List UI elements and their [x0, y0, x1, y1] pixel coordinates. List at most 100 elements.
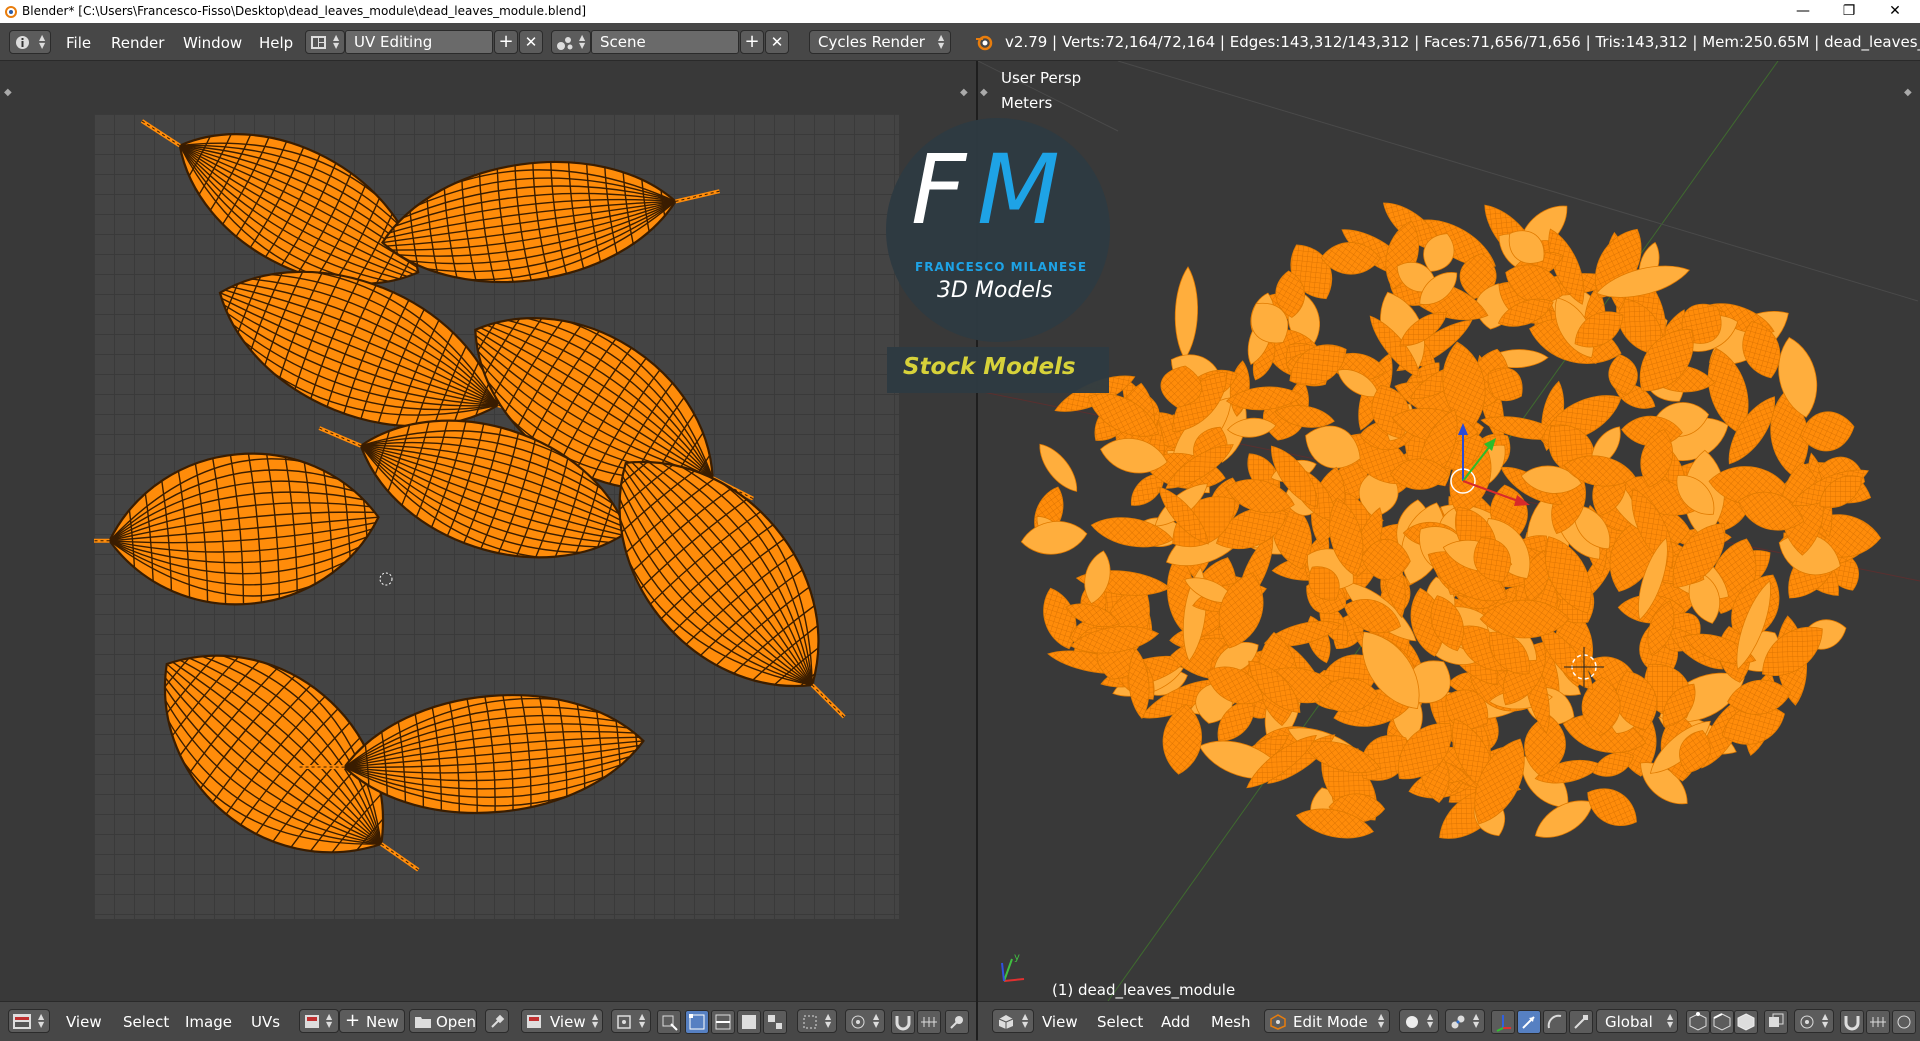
updown-arrows-icon: ▲ ▼	[873, 1012, 880, 1029]
3d-viewport[interactable]: ◆ ◆ User Persp Meters (1) dead_leaves_mo…	[978, 61, 1920, 1001]
add-scene-button[interactable]: +	[740, 30, 764, 54]
view-icon	[527, 1015, 541, 1028]
info-header: ▲ ▼ File Render Window Help ▲ ▼ UV Editing…	[0, 23, 1920, 61]
restore-icon: ❐	[1842, 3, 1856, 19]
uv-menu-select[interactable]: Select	[123, 1012, 169, 1032]
window-titlebar: Blender* [C:\Users\Francesco-Fisso\Deskt…	[0, 0, 1920, 23]
uv-grid-canvas[interactable]	[64, 94, 899, 919]
scene-field[interactable]: Scene	[591, 30, 739, 54]
uv-menu-view[interactable]: View	[66, 1012, 102, 1032]
menu-help[interactable]: Help	[259, 33, 293, 53]
updown-arrows-icon: ▲ ▼	[1022, 1012, 1029, 1029]
svg-text:y: y	[1014, 952, 1020, 963]
scene-browse-button[interactable]: ▲ ▼	[551, 30, 591, 54]
updown-arrows-icon: ▲ ▼	[639, 1012, 646, 1029]
snap-element-button[interactable]	[917, 1010, 941, 1034]
uv-face-select-button[interactable]	[737, 1010, 761, 1034]
viewport-shading-dropdown[interactable]: ▲ ▼	[1399, 1009, 1439, 1033]
updown-arrows-icon: ▲ ▼	[1667, 1012, 1674, 1029]
region-expand-icon[interactable]: ◆	[1904, 87, 1912, 98]
image-browse-button[interactable]: ▲ ▼	[299, 1009, 339, 1033]
uv-islands[interactable]	[64, 94, 899, 919]
editor-type-uv-button[interactable]: ▲ ▼	[8, 1009, 50, 1033]
region-expand-icon[interactable]: ◆	[980, 87, 988, 98]
face-select-icon	[742, 1015, 756, 1029]
uv-leaf-island[interactable]	[64, 422, 387, 641]
screen-layout-browse-button[interactable]: ▲ ▼	[305, 30, 345, 54]
uv-island-select-button[interactable]	[763, 1010, 787, 1034]
rotate-manipulator-button[interactable]	[1543, 1010, 1567, 1034]
uv-leaf-island[interactable]	[372, 121, 730, 316]
uv-vertex-select-button[interactable]	[685, 1010, 709, 1034]
uv-menu-image[interactable]: Image	[185, 1012, 232, 1032]
menu-file[interactable]: File	[66, 33, 91, 53]
logo-name: FRANCESCO MILANESE	[915, 260, 1088, 274]
updown-arrows-icon: ▲ ▼	[326, 1012, 333, 1029]
info-icon	[16, 36, 29, 49]
transform-orientation-dropdown[interactable]: Global ▲ ▼	[1596, 1009, 1678, 1033]
proportional-edit-dropdown[interactable]: ▲ ▼	[845, 1009, 885, 1033]
uv-image-editor[interactable]: ◆ ◆	[0, 61, 976, 1001]
editor-type-info-button[interactable]: ▲ ▼	[9, 30, 51, 54]
new-image-button[interactable]: + New	[339, 1009, 405, 1033]
image-mode-label: View	[550, 1013, 586, 1031]
snap-element-button[interactable]	[1866, 1010, 1890, 1034]
magnet-icon	[1844, 1016, 1860, 1031]
view3d-menu-select[interactable]: Select	[1097, 1012, 1143, 1032]
pin-image-button[interactable]	[485, 1009, 509, 1033]
3d-view-header: ▲ ▼ View Select Add Mesh Edit Mode ▲ ▼ ▲ ▼ …	[978, 1001, 1920, 1041]
image-mode-dropdown[interactable]: View ▲ ▼	[521, 1009, 603, 1033]
manipulator-toggle-button[interactable]	[1491, 1010, 1515, 1034]
translate-manipulator-button[interactable]	[1517, 1010, 1541, 1034]
minimize-button[interactable]: —	[1780, 0, 1826, 23]
snap-toggle-button[interactable]	[891, 1010, 915, 1034]
viewport-scene[interactable]	[978, 61, 1920, 1001]
uv-menu-uvs[interactable]: UVs	[251, 1012, 280, 1032]
restore-button[interactable]: ❐	[1826, 0, 1872, 23]
add-screen-button[interactable]: +	[494, 30, 518, 54]
region-expand-icon[interactable]: ◆	[4, 87, 12, 98]
mode-value: Edit Mode	[1293, 1013, 1368, 1031]
logo-subtitle: 3D Models	[937, 278, 1053, 303]
uv-edge-select-button[interactable]	[711, 1010, 735, 1034]
menu-window[interactable]: Window	[183, 33, 242, 53]
snap-toggle-button[interactable]	[1840, 1010, 1864, 1034]
limit-selection-visible-button[interactable]	[1764, 1010, 1788, 1034]
mode-dropdown[interactable]: Edit Mode ▲ ▼	[1264, 1009, 1390, 1033]
pivot-dropdown[interactable]: ▲ ▼	[611, 1009, 651, 1033]
editor-type-3d-button[interactable]: ▲ ▼	[992, 1009, 1034, 1033]
updown-arrows-icon: ▲ ▼	[1378, 1012, 1385, 1029]
transform-orientation-value: Global	[1605, 1013, 1653, 1031]
face-select-mode-button[interactable]	[1734, 1010, 1758, 1034]
snap-target-button[interactable]	[1892, 1010, 1916, 1034]
edge-select-mode-button[interactable]	[1710, 1010, 1734, 1034]
pin-icon	[491, 1014, 505, 1028]
open-image-button[interactable]: Open	[409, 1009, 477, 1033]
uv-display-button[interactable]	[945, 1010, 969, 1034]
updown-arrows-icon: ▲ ▼	[1427, 1012, 1434, 1029]
x-icon: ✕	[524, 33, 538, 51]
render-engine-dropdown[interactable]: Cycles Render ▲ ▼	[809, 30, 951, 54]
vertex-select-mode-button[interactable]	[1686, 1010, 1710, 1034]
uv-editor-header: ▲ ▼ View Select Image UVs ▲ ▼ + New Open V…	[0, 1001, 976, 1041]
close-window-button[interactable]: ✕	[1872, 0, 1918, 23]
remove-scene-button[interactable]: ✕	[765, 30, 789, 54]
menu-render[interactable]: Render	[111, 33, 164, 53]
screen-layout-field[interactable]: UV Editing	[345, 30, 493, 54]
new-image-label: New	[366, 1013, 399, 1031]
render-engine-value: Cycles Render	[818, 33, 925, 51]
proportional-editing-dropdown[interactable]: ▲ ▼	[1794, 1009, 1834, 1033]
remove-screen-button[interactable]: ✕	[519, 30, 543, 54]
uv-sync-selection-button[interactable]	[657, 1010, 681, 1034]
leaf-pile-mesh[interactable]	[1019, 194, 1882, 851]
solid-shading-icon	[1406, 1016, 1418, 1028]
region-expand-icon[interactable]: ◆	[960, 87, 968, 98]
sticky-selection-dropdown[interactable]: ▲ ▼	[797, 1009, 837, 1033]
scale-manipulator-button[interactable]	[1569, 1010, 1593, 1034]
view3d-menu-view[interactable]: View	[1042, 1012, 1078, 1032]
pivot-point-dropdown[interactable]: ▲ ▼	[1445, 1009, 1485, 1033]
view3d-menu-add[interactable]: Add	[1161, 1012, 1190, 1032]
open-image-label: Open	[436, 1013, 477, 1031]
view3d-menu-mesh[interactable]: Mesh	[1211, 1012, 1251, 1032]
view-name-label: User Persp	[1001, 69, 1082, 87]
